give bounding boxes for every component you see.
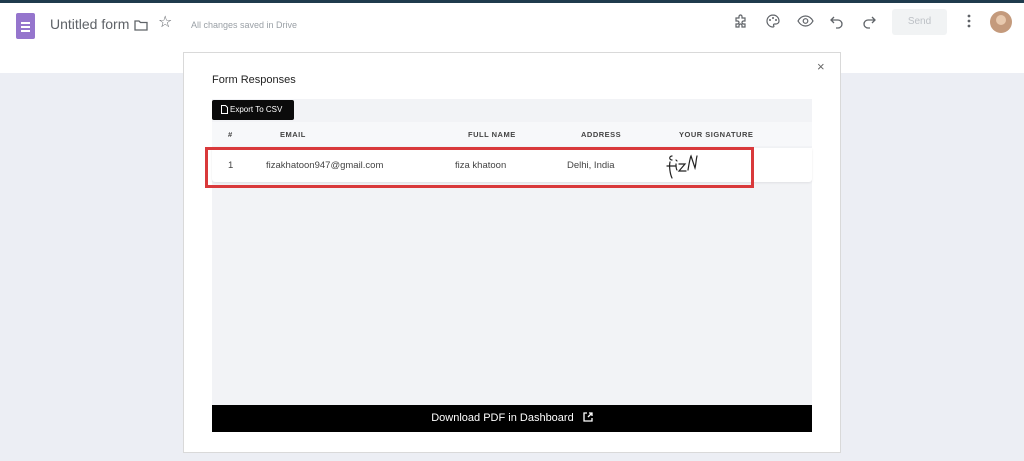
close-icon[interactable]: ×	[817, 60, 825, 73]
external-link-icon	[583, 412, 593, 422]
palette-icon[interactable]	[765, 13, 781, 34]
undo-icon[interactable]	[829, 13, 845, 34]
send-button[interactable]: Send	[892, 9, 947, 35]
folder-icon[interactable]	[134, 18, 148, 36]
doc-title[interactable]: Untitled form	[50, 16, 129, 32]
highlight-box	[205, 147, 754, 188]
modal-title: Form Responses	[212, 74, 296, 86]
download-pdf-button[interactable]: Download PDF in Dashboard	[212, 405, 812, 432]
more-icon[interactable]	[967, 13, 971, 34]
file-icon	[221, 105, 228, 114]
redo-icon[interactable]	[861, 13, 877, 34]
column-header-signature: YOUR SIGNATURE	[679, 130, 754, 139]
download-pdf-label: Download PDF in Dashboard	[431, 412, 574, 424]
preview-icon[interactable]	[797, 13, 814, 34]
saved-status: All changes saved in Drive	[191, 20, 298, 30]
forms-icon[interactable]	[16, 13, 35, 39]
column-header-address: ADDRESS	[581, 130, 622, 139]
export-csv-button[interactable]: Export To CSV	[212, 100, 294, 120]
star-icon[interactable]: ☆	[158, 15, 172, 31]
avatar[interactable]	[990, 11, 1012, 33]
export-csv-label: Export To CSV	[230, 105, 283, 114]
column-header-email: EMAIL	[280, 130, 306, 139]
column-header-full-name: FULL NAME	[468, 130, 516, 139]
addon-icon[interactable]	[733, 13, 749, 34]
column-header-number: #	[228, 130, 233, 139]
